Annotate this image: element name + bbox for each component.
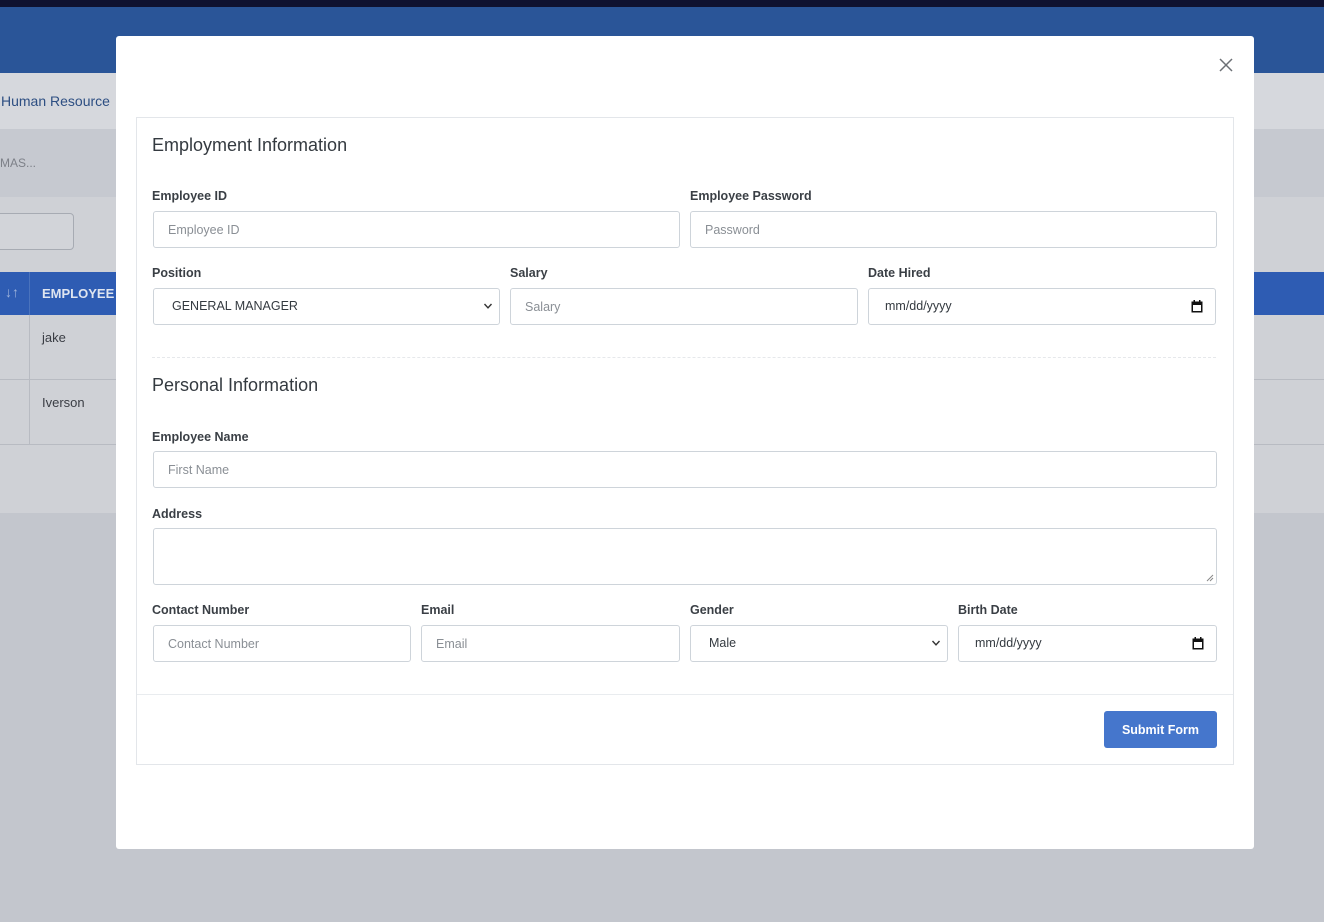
address-textarea[interactable]	[153, 528, 1217, 585]
date-hired-value: mm/dd/yyyy	[885, 299, 952, 313]
employee-id-input[interactable]	[153, 211, 680, 248]
birth-date-value: mm/dd/yyyy	[975, 636, 1042, 650]
table-header-divider	[29, 272, 30, 315]
table-search-input	[0, 213, 74, 250]
date-hired-label: Date Hired	[868, 266, 931, 280]
close-icon	[1219, 58, 1233, 72]
gender-label: Gender	[690, 603, 734, 617]
position-select[interactable]: GENERAL MANAGER	[153, 288, 500, 325]
personal-section-title: Personal Information	[152, 375, 319, 395]
card-footer-divider	[137, 694, 1233, 695]
cell-divider	[29, 315, 30, 380]
date-hired-input[interactable]: mm/dd/yyyy	[868, 288, 1216, 325]
position-label: Position	[152, 266, 202, 280]
top-strip	[0, 0, 1324, 7]
contact-number-input[interactable]	[153, 625, 411, 662]
employee-name-label: Employee Name	[152, 430, 249, 444]
page-subtitle: MAS...	[0, 156, 37, 170]
email-input[interactable]	[421, 625, 680, 662]
employee-password-label: Employee Password	[690, 189, 812, 203]
email-label: Email	[421, 603, 455, 617]
birth-date-label: Birth Date	[958, 603, 1018, 617]
employee-id-label: Employee ID	[152, 189, 228, 203]
close-button[interactable]	[1216, 55, 1236, 75]
employee-password-input[interactable]	[690, 211, 1217, 248]
employee-name-cell: Iverson	[42, 395, 85, 410]
submit-form-button[interactable]: Submit Form	[1104, 711, 1217, 748]
column-header-employee-name: EMPLOYEE N	[42, 286, 128, 301]
sort-icon: ↓↑	[5, 284, 19, 300]
birth-date-input[interactable]: mm/dd/yyyy	[958, 625, 1217, 662]
employee-name-cell: jake	[42, 330, 66, 345]
calendar-icon[interactable]	[1192, 637, 1204, 650]
salary-label: Salary	[510, 266, 548, 280]
contact-number-label: Contact Number	[152, 603, 250, 617]
address-label: Address	[152, 507, 203, 521]
salary-input[interactable]	[510, 288, 858, 325]
employee-name-input[interactable]	[153, 451, 1217, 488]
gender-select[interactable]: Male	[690, 625, 948, 662]
cell-divider	[29, 380, 30, 445]
gender-selected-value: Male	[709, 636, 737, 650]
calendar-icon[interactable]	[1191, 300, 1203, 313]
breadcrumb: Human Resource	[1, 93, 110, 109]
section-divider	[152, 357, 1216, 358]
chevron-down-icon	[483, 303, 493, 309]
position-selected-value: GENERAL MANAGER	[172, 299, 298, 313]
resize-grip-icon[interactable]	[1206, 574, 1214, 582]
employment-section-title: Employment Information	[152, 135, 348, 155]
chevron-down-icon	[931, 640, 941, 646]
